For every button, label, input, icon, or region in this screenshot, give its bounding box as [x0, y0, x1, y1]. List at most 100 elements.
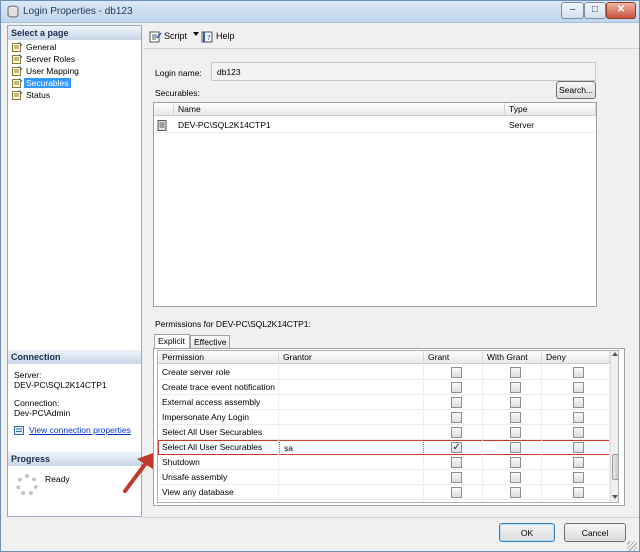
with-grant-checkbox[interactable] [509, 487, 521, 498]
properties-icon [14, 425, 24, 435]
table-row[interactable]: Create server role [158, 365, 610, 380]
sidebar-item-user-mapping[interactable]: User Mapping [8, 65, 141, 77]
table-row[interactable]: Shutdown [158, 455, 610, 470]
sidebar-item-status[interactable]: Status [8, 89, 141, 101]
perm-header-grantor[interactable]: Grantor [279, 351, 424, 364]
grant-cell [424, 470, 483, 485]
permission-name: Impersonate Any Login [158, 410, 279, 425]
scroll-up-arrow-icon[interactable] [612, 352, 618, 356]
table-row[interactable]: DEV-PC\SQL2K14CTP1 Server [154, 117, 596, 133]
with-grant-checkbox[interactable] [509, 472, 521, 483]
with-grant-checkbox[interactable] [509, 442, 521, 453]
deny-checkbox[interactable] [573, 397, 584, 408]
deny-checkbox[interactable] [573, 442, 584, 453]
grant-checkbox[interactable] [450, 472, 462, 483]
view-connection-link[interactable]: View connection properties [29, 425, 131, 435]
close-button[interactable]: ✕ [606, 2, 636, 19]
scroll-down-arrow-icon[interactable] [612, 495, 618, 499]
table-row[interactable]: Create trace event notification [158, 380, 610, 395]
table-row[interactable]: External access assembly [158, 395, 610, 410]
grid-header-name[interactable]: Name [174, 103, 505, 116]
help-button[interactable]: ? Help [201, 30, 235, 43]
select-page-header: Select a page [8, 26, 141, 40]
grant-checkbox[interactable] [450, 457, 462, 468]
cancel-button[interactable]: Cancel [564, 523, 626, 542]
with-grant-checkbox[interactable] [510, 502, 521, 503]
grantor-cell[interactable] [279, 395, 424, 410]
deny-cell [542, 395, 610, 410]
title-bar[interactable]: Login Properties - db123 – □ ✕ [1, 1, 639, 23]
deny-checkbox[interactable] [573, 427, 584, 438]
with-grant-checkbox[interactable] [509, 427, 521, 438]
grant-checkbox[interactable] [450, 487, 462, 498]
maximize-button[interactable]: □ [584, 2, 606, 19]
table-row[interactable]: View any database [158, 485, 610, 500]
table-row[interactable]: View any definition [158, 500, 610, 503]
grant-checkbox[interactable] [450, 427, 462, 438]
deny-checkbox[interactable] [573, 412, 584, 423]
with-grant-checkbox[interactable] [509, 457, 521, 468]
perm-header-deny[interactable]: Deny [542, 351, 610, 364]
grant-checkbox[interactable] [450, 441, 462, 455]
grantor-cell[interactable] [279, 500, 424, 502]
grantor-cell[interactable] [279, 380, 424, 395]
progress-spinner-icon [16, 474, 38, 496]
with-grant-checkbox[interactable] [509, 382, 521, 393]
deny-checkbox[interactable] [573, 472, 584, 483]
tab-effective[interactable]: Effective [190, 335, 230, 349]
permission-name: View any database [158, 485, 279, 500]
deny-checkbox[interactable] [573, 502, 584, 503]
perm-header-with-grant[interactable]: With Grant [483, 351, 542, 364]
table-row[interactable]: Select All User Securables [158, 425, 610, 440]
search-button[interactable]: Search... [556, 81, 596, 99]
perm-header-permission[interactable]: Permission [158, 351, 279, 364]
script-icon [149, 31, 162, 43]
deny-checkbox[interactable] [573, 367, 584, 378]
with-grant-cell [483, 365, 542, 380]
sidebar-item-server-roles[interactable]: Server Roles [8, 53, 141, 65]
sidebar-item-securables[interactable]: Securables [8, 77, 141, 89]
script-label: Script [164, 31, 188, 41]
grantor-cell[interactable] [279, 410, 424, 425]
grantor-cell[interactable] [279, 470, 424, 485]
grant-checkbox[interactable] [450, 367, 462, 378]
perm-header-grant[interactable]: Grant [424, 351, 483, 364]
grid-header-type[interactable]: Type [505, 103, 596, 116]
with-grant-checkbox[interactable] [509, 412, 521, 423]
view-connection-properties[interactable]: View connection properties [14, 425, 131, 436]
scroll-thumb[interactable] [612, 454, 618, 480]
resize-grip-icon[interactable] [627, 541, 637, 551]
grantor-cell[interactable] [279, 485, 424, 500]
with-grant-checkbox[interactable] [509, 367, 521, 378]
deny-checkbox[interactable] [573, 382, 584, 393]
securable-name: DEV-PC\SQL2K14CTP1 [178, 120, 271, 130]
grantor-cell[interactable] [279, 365, 424, 380]
grant-cell [424, 380, 483, 395]
grant-checkbox[interactable] [450, 382, 462, 393]
with-grant-cell [483, 470, 542, 485]
grant-checkbox[interactable] [450, 412, 462, 423]
tab-explicit[interactable]: Explicit [154, 334, 190, 349]
with-grant-checkbox[interactable] [509, 397, 521, 408]
table-row[interactable]: Unsafe assembly [158, 470, 610, 485]
login-name-field[interactable]: db123 [211, 62, 596, 81]
script-button[interactable]: Script [149, 30, 187, 43]
grantor-cell[interactable] [279, 455, 424, 470]
deny-checkbox[interactable] [573, 487, 584, 498]
table-row[interactable]: Impersonate Any Login [158, 410, 610, 425]
vertical-scrollbar[interactable] [610, 351, 618, 502]
deny-checkbox[interactable] [573, 457, 584, 468]
table-row[interactable]: Select All User Securables sa [158, 440, 610, 455]
grant-checkbox[interactable] [451, 502, 462, 503]
grant-cell [424, 500, 483, 503]
minimize-button[interactable]: – [561, 2, 584, 19]
sidebar-item-general[interactable]: General [8, 41, 141, 53]
grantor-cell[interactable] [279, 425, 424, 440]
server-label: Server: [14, 370, 42, 380]
grant-checkbox[interactable] [450, 397, 462, 408]
page-icon [12, 66, 23, 76]
script-dropdown-arrow-icon[interactable] [193, 32, 199, 36]
ok-button[interactable]: OK [499, 523, 555, 542]
grantor-cell[interactable]: sa [279, 440, 424, 455]
page-icon [12, 90, 23, 100]
